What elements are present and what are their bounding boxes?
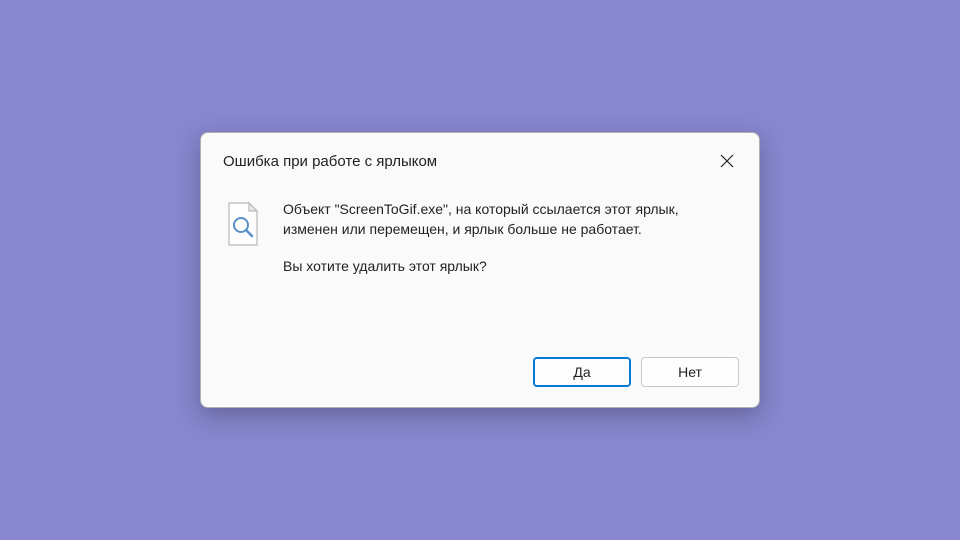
message-question: Вы хотите удалить этот ярлык?: [283, 256, 735, 276]
message-column: Объект "ScreenToGif.exe", на который ссы…: [283, 199, 735, 321]
titlebar: Ошибка при работе с ярлыком: [201, 133, 759, 185]
close-button[interactable]: [713, 147, 741, 175]
yes-button[interactable]: Да: [533, 357, 631, 387]
file-search-icon: [225, 201, 261, 247]
no-button[interactable]: Нет: [641, 357, 739, 387]
icon-column: [225, 199, 265, 321]
message-main: Объект "ScreenToGif.exe", на который ссы…: [283, 199, 735, 240]
dialog-content: Объект "ScreenToGif.exe", на который ссы…: [201, 185, 759, 345]
close-icon: [720, 154, 734, 168]
button-row: Да Нет: [201, 345, 759, 407]
dialog-title: Ошибка при работе с ярлыком: [223, 153, 437, 170]
error-dialog: Ошибка при работе с ярлыком Объект "Scre…: [200, 132, 760, 408]
